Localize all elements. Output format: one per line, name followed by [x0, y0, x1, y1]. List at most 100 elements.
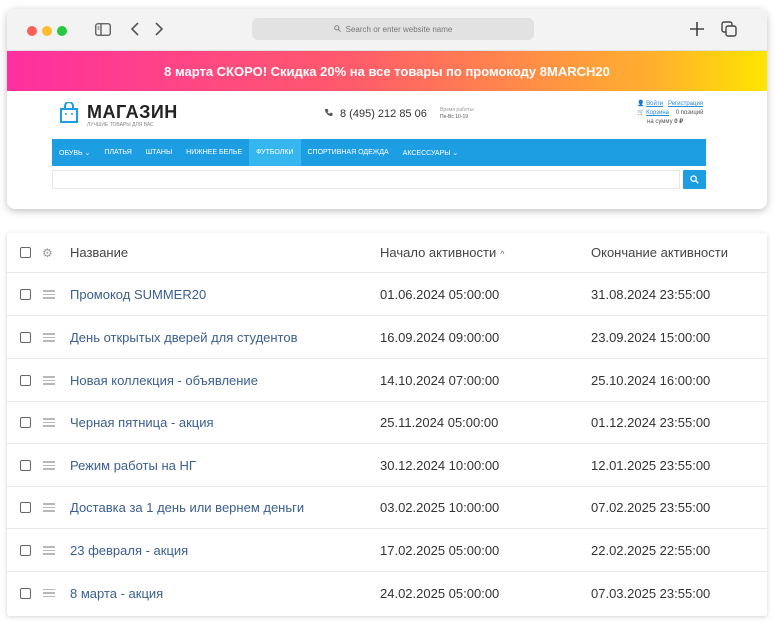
- login-link[interactable]: Войти: [646, 101, 663, 107]
- row-end: 22.02.2025 22:55:00: [591, 543, 711, 558]
- table-row[interactable]: Новая коллекция - объявление 14.10.2024 …: [7, 360, 767, 402]
- table-row[interactable]: Режим работы на НГ 30.12.2024 10:00:00 1…: [7, 445, 767, 487]
- site-header: МАГАЗИН ЛУЧШИЕ ТОВАРЫ ДЛЯ ВАС 8 (495) 21…: [7, 91, 767, 139]
- row-end: 07.03.2025 23:55:00: [591, 585, 711, 601]
- logo-title[interactable]: МАГАЗИН: [87, 102, 178, 123]
- nav-item-dresses[interactable]: ПЛАТЬЯ: [97, 139, 138, 166]
- address-bar[interactable]: Search or enter website name: [252, 18, 534, 40]
- row-checkbox[interactable]: [20, 502, 31, 513]
- row-end: 01.12.2024 23:55:00: [591, 415, 711, 430]
- row-name-link[interactable]: Новая коллекция - объявление: [70, 373, 258, 388]
- user-panel: 👤 Войти Регистрация 🛒 Корзина 0 позиций …: [637, 100, 703, 127]
- main-nav: ОБУВЬ ⌄ ПЛАТЬЯ ШТАНЫ НИЖНЕЕ БЕЛЬЕ ФУТБОЛ…: [52, 139, 706, 166]
- site-search-input[interactable]: [52, 170, 680, 189]
- row-end: 31.08.2024 23:55:00: [591, 287, 711, 302]
- work-hours: Время работы: Пн-Вс 10-19: [440, 107, 475, 121]
- row-start: 14.10.2024 07:00:00: [380, 373, 500, 388]
- drag-handle-icon[interactable]: [43, 544, 55, 557]
- nav-item-accessories[interactable]: АКСЕССУАРЫ ⌄: [396, 139, 466, 166]
- row-checkbox[interactable]: [20, 332, 31, 343]
- table-row[interactable]: 23 февраля - акция 17.02.2025 05:00:00 2…: [7, 530, 767, 572]
- minimize-window-button[interactable]: [42, 26, 52, 36]
- back-arrow-icon[interactable]: [125, 19, 145, 39]
- cart-icon: 🛒: [637, 110, 645, 116]
- row-name-link[interactable]: Черная пятница - акция: [70, 415, 214, 430]
- row-start: 17.02.2025 05:00:00: [380, 543, 500, 558]
- row-name-link[interactable]: Режим работы на НГ: [70, 458, 196, 473]
- nav-item-pants[interactable]: ШТАНЫ: [139, 139, 179, 166]
- table-row[interactable]: 8 марта - акция 24.02.2025 05:00:00 07.0…: [7, 572, 767, 614]
- table-row[interactable]: Доставка за 1 день или вернем деньги 03.…: [7, 487, 767, 529]
- drag-handle-icon[interactable]: [43, 459, 55, 472]
- nav-item-underwear[interactable]: НИЖНЕЕ БЕЛЬЕ: [179, 139, 249, 166]
- nav-item-tshirts[interactable]: ФУТБОЛКИ: [249, 139, 301, 166]
- work-hours-label: Время работы:: [440, 107, 475, 113]
- row-checkbox[interactable]: [20, 375, 31, 386]
- row-start: 25.11.2024 05:00:00: [380, 415, 499, 430]
- row-checkbox[interactable]: [20, 587, 31, 599]
- sort-ascending-icon: ^: [500, 249, 505, 259]
- address-bar-placeholder: Search or enter website name: [345, 24, 453, 34]
- cart-sum-label: на сумму: [647, 119, 673, 125]
- header-start[interactable]: Начало активности ^: [380, 245, 504, 260]
- row-start: 16.09.2024 09:00:00: [380, 330, 500, 345]
- gear-icon[interactable]: ⚙: [42, 246, 53, 260]
- drag-handle-icon[interactable]: [43, 331, 55, 344]
- phone-number[interactable]: 8 (495) 212 85 06: [324, 108, 427, 120]
- search-icon: [333, 24, 341, 34]
- promo-banner[interactable]: 8 марта СКОРО! Скидка 20% на все товары …: [7, 51, 767, 91]
- row-end: 07.02.2025 23:55:00: [591, 500, 711, 515]
- register-link[interactable]: Регистрация: [668, 101, 703, 107]
- row-name-link[interactable]: Промокод SUMMER20: [70, 287, 206, 302]
- row-end: 25.10.2024 16:00:00: [591, 373, 711, 388]
- drag-handle-icon[interactable]: [43, 288, 55, 301]
- work-hours-value: Пн-Вс 10-19: [440, 114, 469, 120]
- site-search: [52, 170, 706, 190]
- shopping-bag-icon[interactable]: [59, 101, 79, 124]
- phone-text: 8 (495) 212 85 06: [340, 108, 427, 120]
- row-start: 01.06.2024 05:00:00: [380, 287, 500, 302]
- user-icon: 👤: [637, 101, 645, 107]
- nav-item-shoes[interactable]: ОБУВЬ ⌄: [52, 139, 97, 166]
- row-checkbox[interactable]: [20, 417, 31, 428]
- row-name-link[interactable]: Доставка за 1 день или вернем деньги: [70, 500, 304, 515]
- close-window-button[interactable]: [27, 26, 37, 36]
- row-start: 03.02.2025 10:00:00: [380, 500, 500, 515]
- drag-handle-icon[interactable]: [43, 501, 55, 514]
- table-row[interactable]: День открытых дверей для студентов 16.09…: [7, 317, 767, 359]
- promo-text: 8 марта СКОРО! Скидка 20% на все товары …: [164, 63, 610, 79]
- zoom-window-button[interactable]: [57, 26, 67, 36]
- row-name-link[interactable]: 8 марта - акция: [70, 586, 163, 601]
- search-icon: [690, 175, 699, 184]
- table-row[interactable]: Промокод SUMMER20 01.06.2024 05:00:00 31…: [7, 274, 767, 316]
- phone-icon: [324, 108, 333, 120]
- site-search-button[interactable]: [683, 170, 706, 189]
- row-start: 24.02.2025 05:00:00: [380, 585, 500, 601]
- logo-subtitle: ЛУЧШИЕ ТОВАРЫ ДЛЯ ВАС: [87, 122, 154, 128]
- row-start: 30.12.2024 10:00:00: [380, 458, 500, 473]
- new-tab-icon[interactable]: [687, 19, 707, 39]
- forward-arrow-icon[interactable]: [149, 19, 169, 39]
- browser-titlebar: Search or enter website name: [7, 9, 767, 51]
- cart-sum: 0 ₽: [674, 119, 684, 125]
- header-name[interactable]: Название: [70, 245, 128, 260]
- row-name-link[interactable]: 23 февраля - акция: [70, 543, 188, 558]
- row-checkbox[interactable]: [20, 289, 31, 300]
- events-table: ⚙ Название Начало активности ^ Окончание …: [7, 233, 767, 616]
- row-end: 12.01.2025 23:55:00: [591, 458, 711, 473]
- tabs-overview-icon[interactable]: [719, 19, 739, 39]
- row-checkbox[interactable]: [20, 460, 31, 471]
- sidebar-toggle-icon[interactable]: [93, 19, 113, 39]
- drag-handle-icon[interactable]: [43, 587, 55, 600]
- table-row[interactable]: Черная пятница - акция 25.11.2024 05:00:…: [7, 402, 767, 444]
- nav-item-sportswear[interactable]: СПОРТИВНАЯ ОДЕЖДА: [301, 139, 396, 166]
- drag-handle-icon[interactable]: [43, 374, 55, 387]
- row-checkbox[interactable]: [20, 545, 31, 556]
- drag-handle-icon[interactable]: [43, 416, 55, 429]
- row-name-link[interactable]: День открытых дверей для студентов: [70, 330, 298, 345]
- header-end[interactable]: Окончание активности: [591, 245, 728, 260]
- table-header-row: ⚙ Название Начало активности ^ Окончание …: [7, 233, 767, 273]
- cart-count: 0 позиций: [675, 110, 704, 116]
- cart-link[interactable]: Корзина: [646, 110, 669, 116]
- select-all-checkbox[interactable]: [20, 247, 31, 258]
